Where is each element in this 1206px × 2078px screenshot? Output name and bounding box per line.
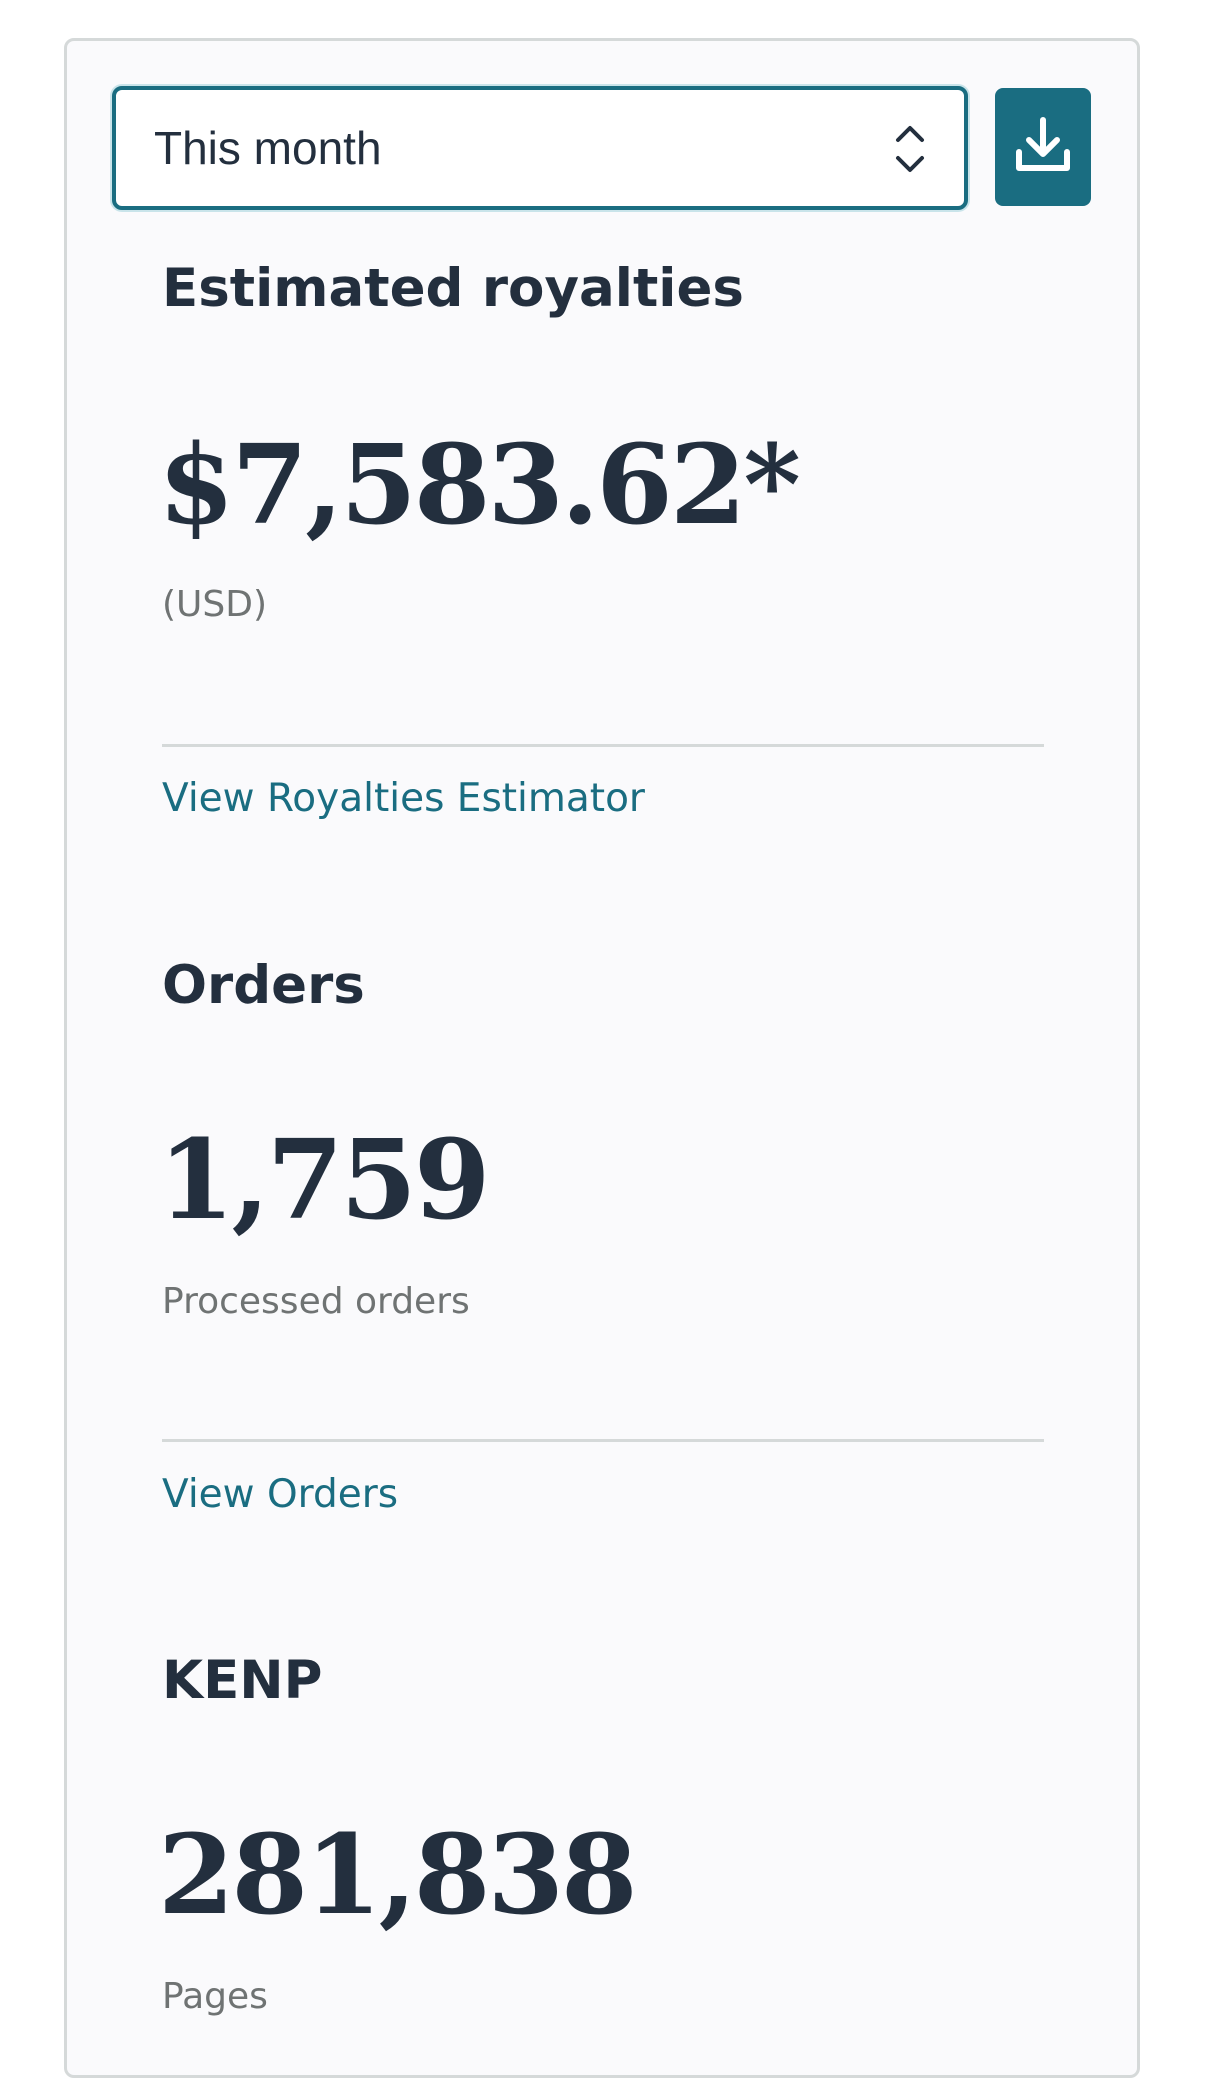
view-royalties-estimator-link[interactable]: View Royalties Estimator (162, 776, 645, 821)
download-button[interactable] (995, 88, 1091, 206)
orders-divider (162, 1439, 1044, 1442)
royalties-currency: (USD) (162, 584, 268, 625)
period-select[interactable]: This month (112, 86, 968, 210)
royalties-amount: $7,583.62* (158, 420, 801, 549)
download-icon (1016, 117, 1070, 171)
orders-count: 1,759 (158, 1115, 490, 1244)
royalties-heading: Estimated royalties (162, 258, 744, 319)
period-select-value: This month (154, 122, 382, 174)
orders-heading: Orders (162, 955, 365, 1016)
kenp-count: 281,838 (158, 1810, 638, 1939)
dashboard-card (64, 38, 1140, 2078)
view-orders-link[interactable]: View Orders (162, 1472, 398, 1517)
chevron-up-icon (896, 126, 924, 142)
kenp-caption: Pages (162, 1976, 268, 2017)
kenp-heading: KENP (162, 1650, 323, 1711)
royalties-divider (162, 744, 1044, 747)
chevron-down-icon (896, 156, 924, 172)
orders-caption: Processed orders (162, 1281, 470, 1322)
